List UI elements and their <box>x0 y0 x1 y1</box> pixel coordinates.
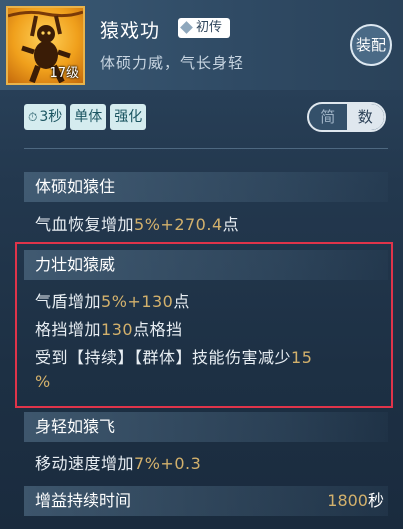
effect-plus: + <box>160 454 175 473</box>
equip-button[interactable]: 装配 <box>350 24 392 66</box>
effect-value: 270.4 <box>174 215 223 234</box>
skill-icon[interactable]: 17级 <box>6 6 85 85</box>
target-tag: 单体 <box>70 104 107 130</box>
duration-unit: 秒 <box>367 491 384 510</box>
duration-row: 增益持续时间 1800秒 <box>24 486 388 516</box>
duration-number: 1800 <box>327 491 368 510</box>
skill-header: 17级 猿戏功 初传 体硕力威，气长身轻 装配 <box>0 0 403 90</box>
effect-value: 7% <box>134 454 161 473</box>
effect-text: 移动速度增加 <box>35 454 135 473</box>
toggle-simple[interactable]: 简 <box>309 104 347 130</box>
effect-plus: + <box>160 215 175 234</box>
cooldown-tag: ⏱ 3秒 <box>24 104 67 130</box>
divider <box>24 148 388 149</box>
toggle-numeric[interactable]: 数 <box>346 104 384 130</box>
duration-value: 1800秒 <box>327 486 384 516</box>
tier-badge: 初传 <box>178 18 231 38</box>
cooldown-label: 3秒 <box>39 109 63 125</box>
view-toggle[interactable]: 简 数 <box>307 102 386 132</box>
effect-text: 点 <box>222 215 240 234</box>
section-title-3: 身轻如猿飞 <box>24 412 388 442</box>
effect-value: 0.3 <box>174 454 202 473</box>
effect-line: 气血恢复增加5%+270.4点 <box>35 211 239 235</box>
skill-tags: ⏱ 3秒 单体 强化 <box>24 104 147 130</box>
skill-level: 17级 <box>49 66 79 81</box>
clock-icon: ⏱ <box>28 110 38 124</box>
highlight-box <box>15 242 393 408</box>
skill-description: 体硕力威，气长身轻 <box>100 54 245 72</box>
effect-value: 5% <box>134 215 161 234</box>
section-title-1: 体硕如猿住 <box>24 172 388 202</box>
duration-label: 增益持续时间 <box>35 491 132 510</box>
skill-name: 猿戏功 <box>100 20 161 42</box>
type-tag: 强化 <box>110 104 147 130</box>
effect-line: 移动速度增加7%+0.3 <box>35 450 201 474</box>
effect-text: 气血恢复增加 <box>35 215 135 234</box>
